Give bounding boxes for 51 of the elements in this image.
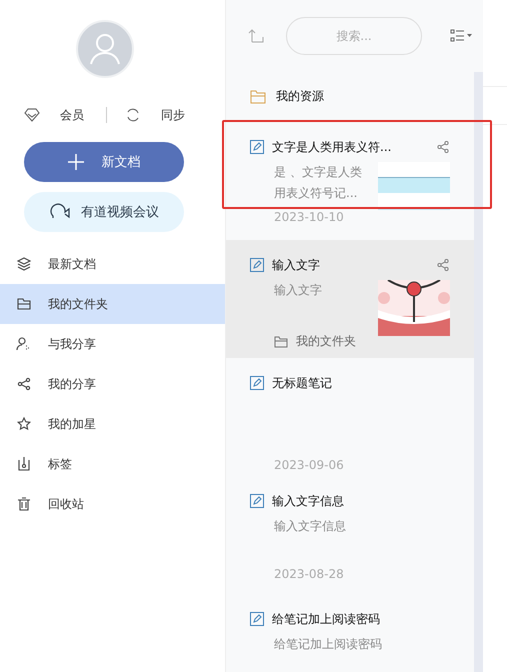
- member-link[interactable]: 会员: [60, 106, 84, 124]
- folder-icon: [250, 90, 266, 104]
- video-meeting-button[interactable]: 有道视频会议: [24, 192, 184, 232]
- sync-icon: [125, 107, 141, 123]
- new-document-button[interactable]: 新文档: [24, 142, 184, 182]
- nav-item[interactable]: 我的加星: [0, 404, 225, 444]
- layers-icon: [16, 256, 32, 272]
- note-date: 2023-10-10: [274, 210, 345, 224]
- plus-icon: [68, 154, 84, 170]
- nav-item[interactable]: 回收站: [0, 484, 225, 524]
- note-snippet: 给笔记加上阅读密码: [274, 636, 382, 653]
- note-snippet: 输入文字信息: [274, 518, 347, 535]
- note-icon: [250, 140, 264, 154]
- folder-icon: [16, 296, 32, 312]
- folder-label: 我的文件夹: [296, 333, 356, 350]
- note-date: 2023-09-06: [274, 458, 345, 472]
- camera-icon: [49, 203, 71, 221]
- search-field[interactable]: 搜索...: [286, 17, 422, 55]
- note-snippet: 是 、文字是人类: [274, 164, 363, 181]
- note-snippet: 输入文字: [274, 282, 323, 299]
- note-title: 无标题笔记: [272, 374, 332, 392]
- share-icon[interactable]: [436, 258, 450, 272]
- nav-item[interactable]: 我的分享: [0, 364, 225, 404]
- share-icon: [16, 376, 32, 392]
- note-title: 给笔记加上阅读密码: [272, 610, 380, 628]
- note-icon: [250, 612, 264, 626]
- nav-item[interactable]: 标签: [0, 444, 225, 484]
- note-card[interactable]: 输入文字 输入文字 我的文件夹: [226, 240, 474, 358]
- share-icon[interactable]: [436, 140, 450, 154]
- list-view-icon[interactable]: [450, 28, 474, 44]
- note-title: 输入文字信息: [272, 492, 344, 510]
- note-title: 文字是人类用表义符...: [272, 138, 392, 156]
- tag-icon: [16, 456, 32, 472]
- folder-icon: [274, 336, 288, 348]
- up-folder-icon[interactable]: [248, 28, 264, 44]
- people-icon: [16, 336, 32, 352]
- note-icon: [250, 258, 264, 272]
- note-snippet: 用表义符号记...: [274, 185, 358, 202]
- sync-link[interactable]: 同步: [161, 106, 185, 124]
- nav-item[interactable]: 最新文档: [0, 244, 225, 284]
- trash-icon: [16, 496, 32, 512]
- star-icon: [16, 416, 32, 432]
- diamond-icon: [24, 108, 40, 122]
- note-icon: [250, 376, 264, 390]
- note-date: 2023-08-28: [274, 567, 345, 581]
- scrollbar[interactable]: [474, 72, 483, 672]
- nav-item[interactable]: 我的文件夹: [0, 284, 225, 324]
- note-title: 输入文字: [272, 256, 320, 274]
- folder-name[interactable]: 我的资源: [276, 88, 324, 105]
- note-icon: [250, 494, 264, 508]
- nav-item[interactable]: 与我分享: [0, 324, 225, 364]
